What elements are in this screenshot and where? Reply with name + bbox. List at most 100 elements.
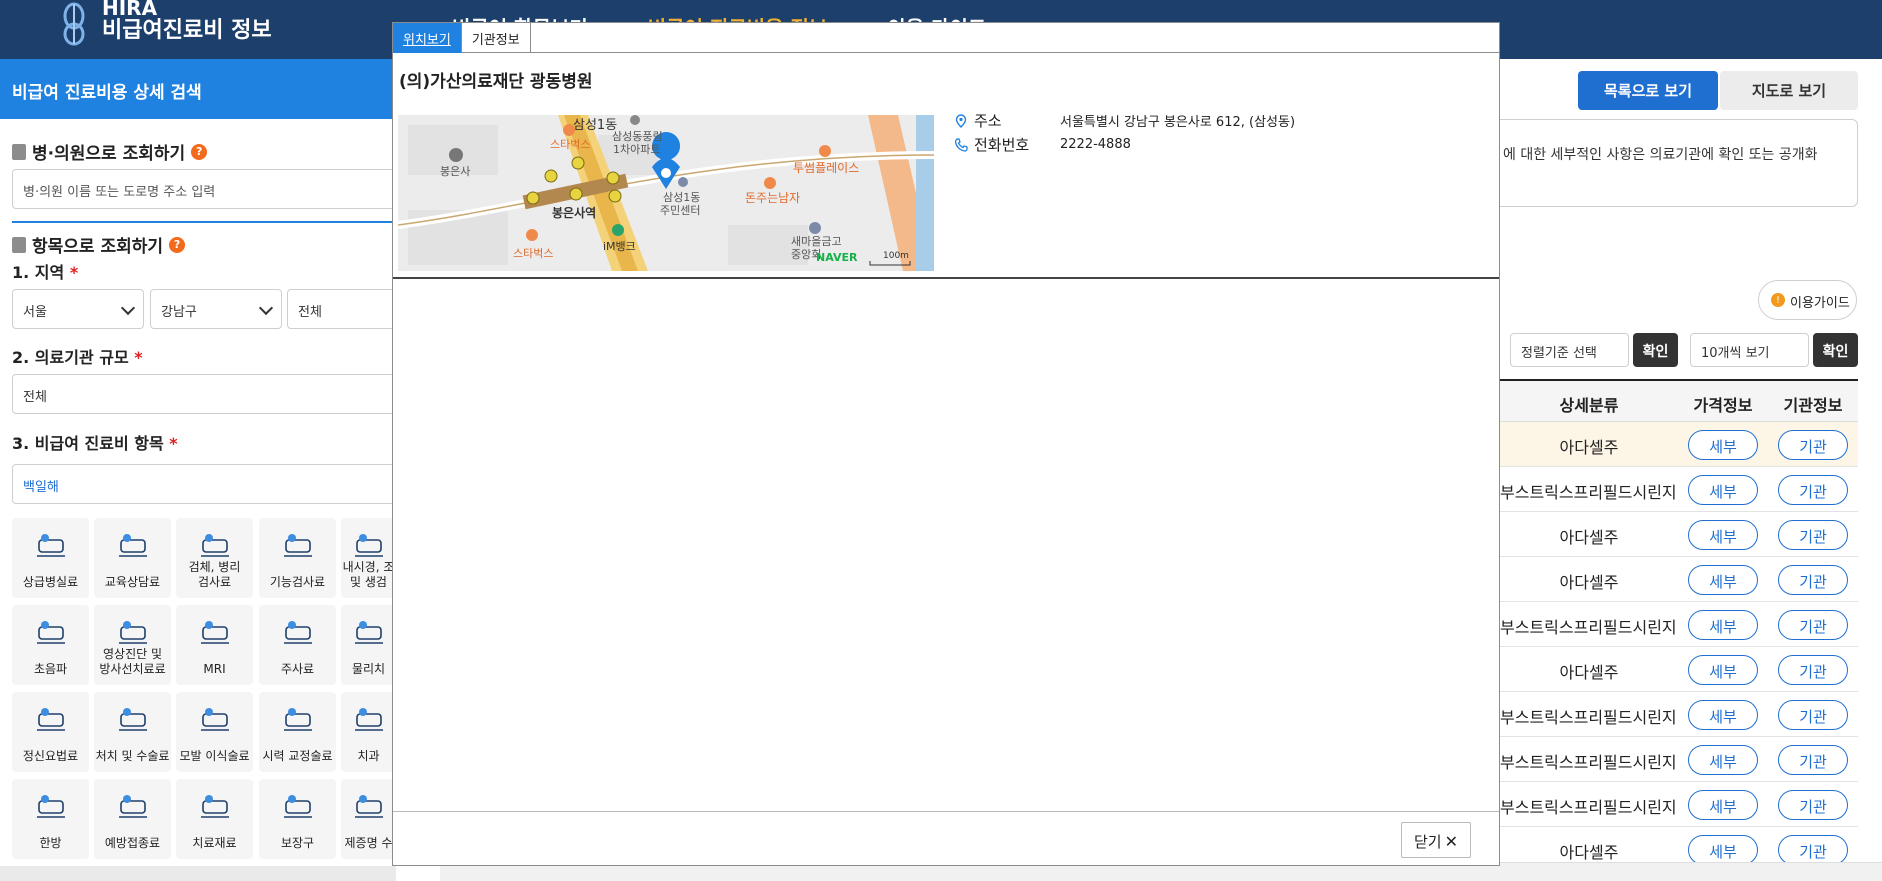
row-category: 부스트릭스프리필드시린지 <box>1500 753 1677 772</box>
map-label: iM뱅크 <box>603 240 636 253</box>
sort-select[interactable]: 정렬기준 선택 <box>1510 333 1629 367</box>
region-city-select[interactable]: 서울 <box>12 289 144 329</box>
section-divider <box>12 221 396 223</box>
hira-logo-icon <box>63 2 85 46</box>
category-tile[interactable]: 물리치 <box>341 605 396 685</box>
org-button[interactable]: 기관 <box>1778 610 1848 640</box>
map-label: 주민센터 <box>660 204 700 217</box>
table-row: 부스트릭스프리필드시린지 세부 기관 <box>1500 602 1858 647</box>
help-icon[interactable]: ? <box>169 236 186 253</box>
category-label: 처치 및 수술료 <box>95 749 170 763</box>
org-button[interactable]: 기관 <box>1778 790 1848 820</box>
org-button[interactable]: 기관 <box>1778 520 1848 550</box>
item-search-input[interactable]: 백일해 <box>12 464 396 504</box>
map-canvas[interactable]: 삼성1동 스타벅스 삼성동풍림 1차아파트 봉은사 투썸플레이스 봉은사역 삼성… <box>398 115 934 271</box>
scale-select[interactable]: 전체 <box>12 374 396 414</box>
org-button[interactable]: 기관 <box>1778 745 1848 775</box>
org-button[interactable]: 기관 <box>1778 700 1848 730</box>
category-tile[interactable]: 영상진단 및 방사선치료료 <box>94 605 171 685</box>
category-tile[interactable]: 한방 <box>12 779 89 859</box>
category-icon <box>200 534 229 557</box>
category-tile[interactable]: 치과 <box>341 692 396 772</box>
table-row: 아다셀주 세부 기관 <box>1500 557 1858 602</box>
category-icon <box>36 621 65 644</box>
tab-location[interactable]: 위치보기 <box>393 23 462 53</box>
naver-logo: NAVER <box>816 251 858 264</box>
location-map[interactable]: 삼성1동 스타벅스 삼성동풍림 1차아파트 봉은사 투썸플레이스 봉은사역 삼성… <box>398 115 934 271</box>
category-label: 초음파 <box>33 662 68 676</box>
category-tile[interactable]: 제증명 수 <box>341 779 396 859</box>
org-button[interactable]: 기관 <box>1778 835 1848 865</box>
detail-button[interactable]: 세부 <box>1688 475 1758 505</box>
region-district-select[interactable]: 강남구 <box>150 289 282 329</box>
site-logo[interactable]: HIRA 비급여진료비 정보 <box>56 0 272 48</box>
detail-button[interactable]: 세부 <box>1688 655 1758 685</box>
category-tile[interactable]: 상급병실료 <box>12 518 89 598</box>
org-button[interactable]: 기관 <box>1778 475 1848 505</box>
map-label: 봉은사 <box>440 165 470 178</box>
hospital-search-input[interactable]: 병·의원 이름 또는 도로명 주소 입력 <box>12 169 396 209</box>
per-page-select[interactable]: 10개씩 보기 <box>1690 333 1809 367</box>
notice-text: 에 대한 세부적인 사항은 의료기관에 확인 또는 공개화 <box>1503 147 1818 163</box>
region-dong-select[interactable]: 전체 <box>287 289 396 329</box>
category-icon <box>200 621 229 644</box>
category-icon <box>283 708 312 731</box>
table-row: 아다셀주 세부 기관 <box>1500 647 1858 692</box>
detail-button[interactable]: 세부 <box>1688 745 1758 775</box>
detail-button[interactable]: 세부 <box>1688 700 1758 730</box>
detail-button[interactable]: 세부 <box>1688 565 1758 595</box>
close-button[interactable]: 닫기 ✕ <box>1401 822 1471 858</box>
item-title: 3. 비급여 진료비 항목 * <box>12 430 178 454</box>
category-tile[interactable]: 보장구 <box>259 779 336 859</box>
list-view-button[interactable]: 목록으로 보기 <box>1578 71 1718 110</box>
map-label: 1차아파트 <box>613 143 660 156</box>
org-button[interactable]: 기관 <box>1778 565 1848 595</box>
th-org: 기관정보 <box>1783 396 1843 415</box>
category-tile[interactable]: 교육상담료 <box>94 518 171 598</box>
scale-title-text: 2. 의료기관 규모 <box>12 348 129 367</box>
detail-button[interactable]: 세부 <box>1688 430 1758 460</box>
category-label: 모발 이식술료 <box>179 749 250 763</box>
usage-guide-label: 이용가이드 <box>1790 296 1850 311</box>
table-row: 부스트릭스프리필드시린지 세부 기관 <box>1500 467 1858 512</box>
left-search-panel: 병·의원으로 조회하기 ? 병·의원 이름 또는 도로명 주소 입력 항목으로 … <box>0 119 396 881</box>
category-label: 물리치 <box>351 662 386 676</box>
category-tile[interactable]: 치료재료 <box>176 779 253 859</box>
category-tile[interactable]: 기능검사료 <box>259 518 336 598</box>
tab-org-info[interactable]: 기관정보 <box>462 23 531 53</box>
category-tile[interactable]: 검체, 병리 검사료 <box>176 518 253 598</box>
detail-button[interactable]: 세부 <box>1688 835 1758 865</box>
close-icon: ✕ <box>1444 832 1458 851</box>
category-icon <box>36 708 65 731</box>
detail-button[interactable]: 세부 <box>1688 790 1758 820</box>
category-tile[interactable]: 예방접종료 <box>94 779 171 859</box>
info-icon: ! <box>1771 293 1785 307</box>
category-tile[interactable]: 주사료 <box>259 605 336 685</box>
map-label: 투썸플레이스 <box>793 161 859 175</box>
category-tile[interactable]: 처치 및 수술료 <box>94 692 171 772</box>
category-icon <box>283 621 312 644</box>
category-label: 상급병실료 <box>22 575 79 589</box>
usage-guide-button[interactable]: ! 이용가이드 <box>1758 280 1857 320</box>
item-search-label: 항목으로 조회하기 <box>32 237 164 257</box>
help-icon[interactable]: ? <box>191 143 208 160</box>
per-page-confirm-button[interactable]: 확인 <box>1813 333 1858 367</box>
category-tile[interactable]: 모발 이식술료 <box>176 692 253 772</box>
detail-button[interactable]: 세부 <box>1688 610 1758 640</box>
category-tile[interactable]: MRI <box>176 605 253 685</box>
org-button[interactable]: 기관 <box>1778 430 1848 460</box>
left-scrollbar[interactable] <box>0 866 396 881</box>
map-label: 스타벅스 <box>513 247 553 260</box>
category-tile[interactable]: 정신요법료 <box>12 692 89 772</box>
org-button[interactable]: 기관 <box>1778 655 1848 685</box>
detail-button[interactable]: 세부 <box>1688 520 1758 550</box>
category-tile[interactable]: 초음파 <box>12 605 89 685</box>
map-view-button[interactable]: 지도로 보기 <box>1720 71 1858 110</box>
category-tile[interactable]: 시력 교정술료 <box>259 692 336 772</box>
row-category: 부스트릭스프리필드시린지 <box>1500 618 1677 637</box>
th-price: 가격정보 <box>1693 396 1753 415</box>
sort-confirm-button[interactable]: 확인 <box>1633 333 1678 367</box>
phone-icon <box>954 137 968 152</box>
category-tile[interactable]: 내시경, 조 및 생검 <box>341 518 396 598</box>
left-panel-heading: 비급여 진료비용 상세 검색 <box>0 59 396 119</box>
